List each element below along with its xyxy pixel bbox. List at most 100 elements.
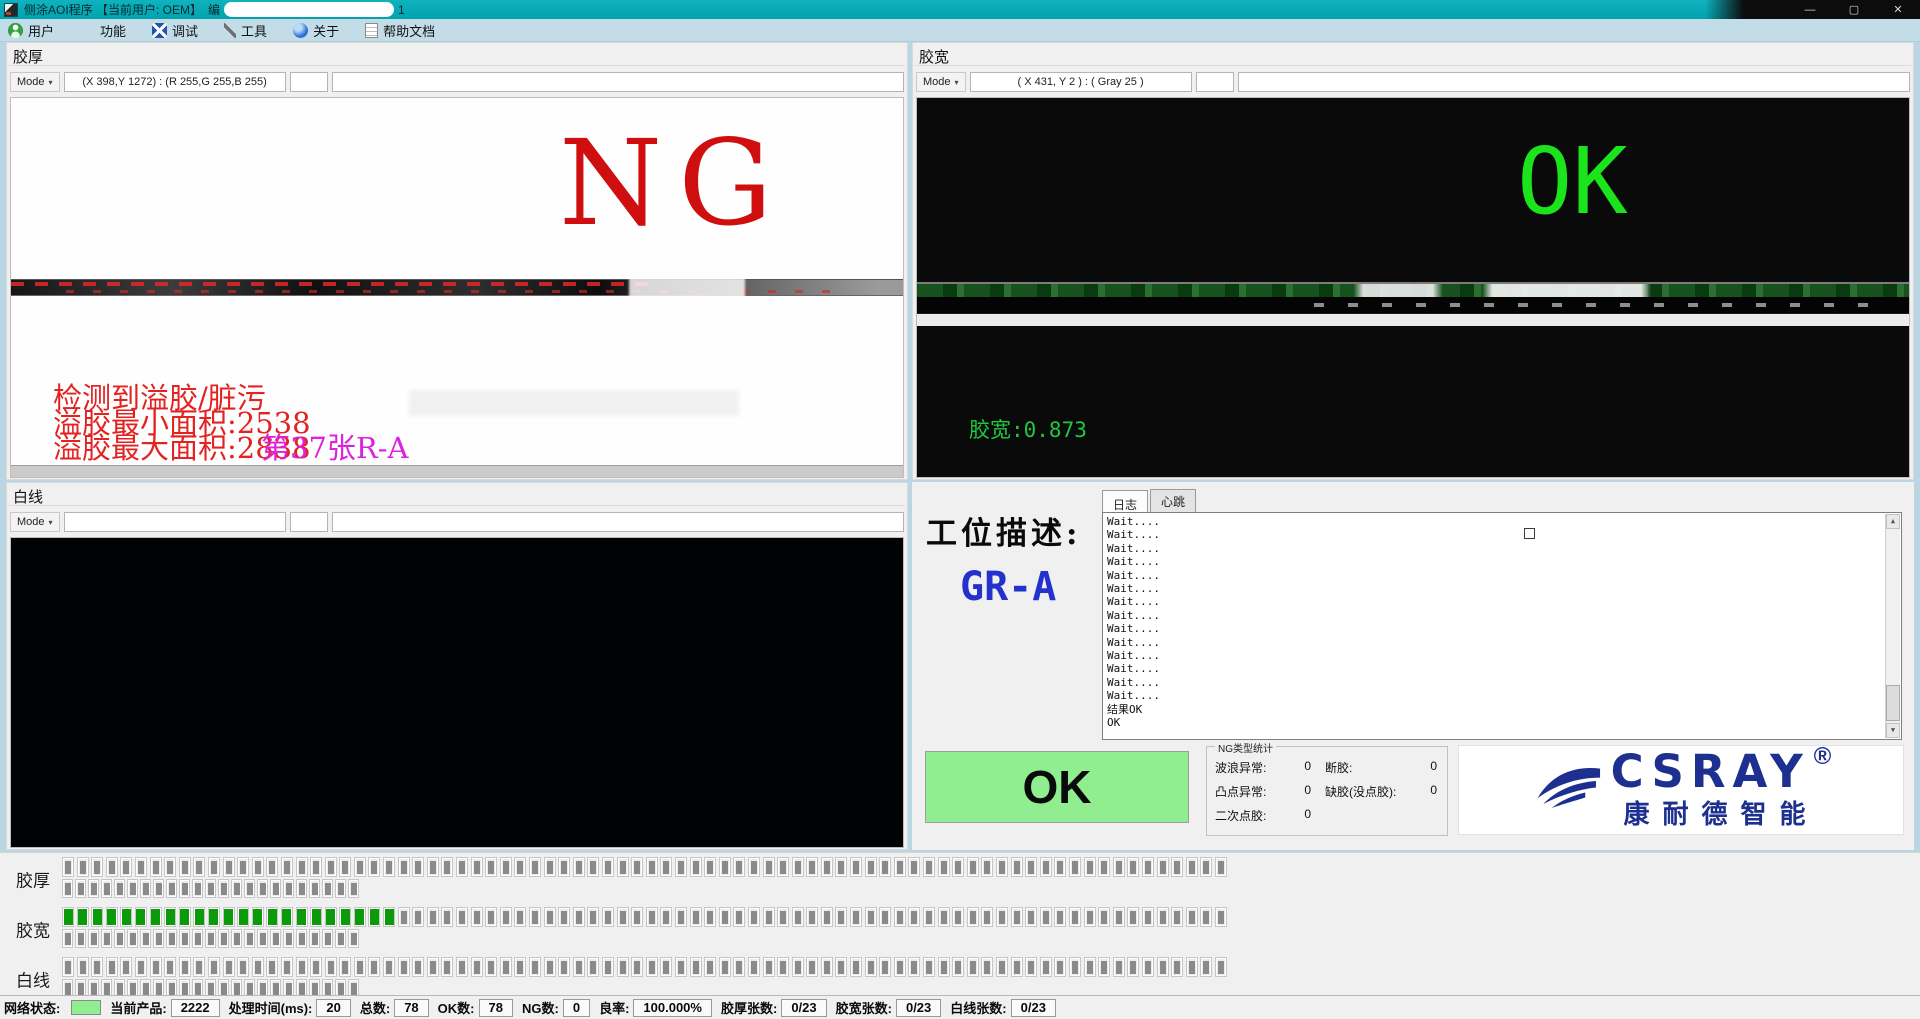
status-item-value: 0	[563, 999, 590, 1017]
indicator-cell	[179, 907, 191, 927]
indicator-cell	[763, 907, 775, 927]
mode-dropdown[interactable]: Mode ▾	[916, 72, 966, 92]
glue-thickness-image[interactable]: NG 检测到溢胶/脏污 溢胶最小面积:2538 溢胶最大面积:2838 第37张…	[10, 97, 904, 478]
indicator-cell	[164, 857, 176, 877]
indicator-cell	[62, 857, 74, 877]
indicator-cell	[75, 879, 86, 898]
divider	[9, 65, 905, 66]
indicator-cell	[573, 907, 585, 927]
indicator-cell	[1025, 857, 1037, 877]
aux-field-small[interactable]	[290, 512, 328, 532]
indicator-cell	[325, 857, 337, 877]
indicator-cell	[938, 907, 950, 927]
status-item-value: 0/23	[896, 999, 941, 1017]
indicator-cell	[1171, 857, 1183, 877]
indicator-cell	[348, 879, 359, 898]
log-checkbox[interactable]	[1524, 528, 1535, 539]
pixel-coordinate-field[interactable]: ( X 431, Y 2 ) : ( Gray 25 )	[970, 72, 1192, 92]
indicator-cell	[223, 907, 235, 927]
indicator-cell	[1040, 957, 1052, 977]
log-line: Wait....	[1107, 622, 1883, 635]
log-line: Wait....	[1107, 662, 1883, 675]
indicator-cell	[996, 907, 1008, 927]
aux-field-wide[interactable]	[332, 512, 904, 532]
result-status-button[interactable]: OK	[925, 751, 1189, 823]
status-item-label: 总数:	[360, 998, 390, 1017]
indicator-cell	[544, 957, 556, 977]
indicator-cell	[164, 957, 176, 977]
maximize-button[interactable]: ▢	[1832, 0, 1876, 19]
minimize-button[interactable]: —	[1788, 0, 1832, 19]
ng-stats-columns: 波浪异常:0凸点异常:0二次点胶:0 断胶:0缺胶(没点胶):0	[1207, 747, 1447, 824]
white-line-image[interactable]	[10, 537, 904, 848]
scrollbar-thumb[interactable]	[1886, 685, 1900, 721]
panel-glue-thickness: 胶厚 Mode ▾ (X 398,Y 1272) : (R 255,G 255,…	[6, 42, 908, 480]
menu-item-label: 关于	[313, 21, 339, 40]
mode-dropdown[interactable]: Mode ▾	[10, 512, 60, 532]
status-item: 胶宽张数:0/23	[836, 998, 942, 1017]
indicator-cell	[617, 907, 629, 927]
pixel-coordinate-field[interactable]: (X 398,Y 1272) : (R 255,G 255,B 255)	[64, 72, 286, 92]
indicator-cell	[283, 879, 294, 898]
indicator-cell	[427, 907, 439, 927]
indicator-cell	[850, 907, 862, 927]
aux-field-small[interactable]	[1196, 72, 1234, 92]
indicator-cell	[208, 957, 220, 977]
status-item: 处理时间(ms):20	[229, 998, 351, 1017]
indicator-cell	[427, 857, 439, 877]
close-button[interactable]: ✕	[1876, 0, 1920, 19]
indicator-cell	[675, 907, 687, 927]
indicator-cell	[514, 907, 526, 927]
scrollbar[interactable]: ▲ ▼	[1885, 514, 1900, 738]
indicator-cell	[412, 957, 424, 977]
scroll-up-button[interactable]: ▲	[1886, 514, 1900, 529]
indicator-panel: 胶厚胶宽白线	[0, 852, 1920, 995]
indicator-cell	[1127, 857, 1139, 877]
indicator-cell	[179, 879, 190, 898]
indicator-cell	[1040, 857, 1052, 877]
indicator-cell	[153, 879, 164, 898]
divider	[9, 505, 905, 506]
indicator-cell	[1069, 857, 1081, 877]
menu-item-label: 帮助文档	[383, 21, 435, 40]
aux-field-small[interactable]	[290, 72, 328, 92]
menu-item-tools[interactable]: 工具	[224, 21, 267, 40]
indicator-cell	[296, 857, 308, 877]
indicator-cell	[719, 957, 731, 977]
log-line: Wait....	[1107, 542, 1883, 555]
ng-stat-row: 断胶:0	[1325, 759, 1437, 776]
indicator-cell	[748, 857, 760, 877]
indicator-cell	[792, 907, 804, 927]
indicator-cell	[322, 879, 333, 898]
indicator-cell	[1098, 957, 1110, 977]
indicator-row	[62, 879, 359, 898]
status-item-value: 0/23	[781, 999, 826, 1017]
indicator-cell	[1054, 907, 1066, 927]
indicator-cell	[120, 957, 132, 977]
aux-field-wide[interactable]	[1238, 72, 1910, 92]
menu-item-func[interactable]: 功能	[80, 21, 126, 40]
pixel-coordinate-field[interactable]	[64, 512, 286, 532]
indicator-cell	[1215, 957, 1227, 977]
tab-heartbeat[interactable]: 心跳	[1150, 489, 1196, 512]
indicator-cell	[106, 857, 118, 877]
scroll-down-button[interactable]: ▼	[1886, 723, 1900, 738]
indicator-cell	[660, 907, 672, 927]
indicator-cell	[427, 957, 439, 977]
aux-field-wide[interactable]	[332, 72, 904, 92]
mode-dropdown[interactable]: Mode ▾	[10, 72, 60, 92]
log-list[interactable]: Wait....Wait....Wait....Wait....Wait....…	[1102, 512, 1902, 740]
menu-item-debug[interactable]: 调试	[152, 21, 198, 40]
menu-item-help[interactable]: 帮助文档	[365, 21, 435, 40]
indicator-cell	[1186, 957, 1198, 977]
indicator-cell	[763, 857, 775, 877]
menu-item-label: 工具	[241, 21, 267, 40]
tab-log[interactable]: 日志	[1102, 490, 1148, 512]
indicator-cell	[763, 957, 775, 977]
status-item-label: 胶厚张数:	[721, 998, 777, 1017]
glue-width-image[interactable]: OK 胶宽:0.873	[916, 97, 1910, 478]
menu-item-user[interactable]: 用户	[8, 21, 54, 40]
indicator-cell	[1011, 957, 1023, 977]
menu-item-about[interactable]: 关于	[293, 21, 339, 40]
indicator-cell	[383, 957, 395, 977]
